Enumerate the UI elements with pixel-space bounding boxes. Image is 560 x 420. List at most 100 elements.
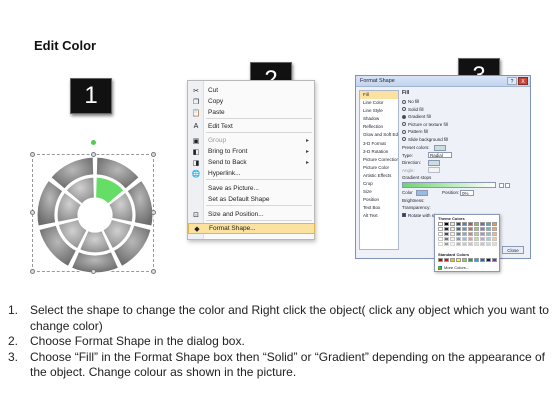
color-swatch[interactable] bbox=[450, 232, 455, 236]
color-swatch[interactable] bbox=[468, 232, 473, 236]
color-swatch[interactable] bbox=[492, 237, 497, 241]
color-swatch[interactable] bbox=[444, 232, 449, 236]
color-swatch[interactable] bbox=[444, 242, 449, 246]
nav-item-fill[interactable]: Fill bbox=[360, 91, 398, 100]
menu-item-save-as-picture[interactable]: Save as Picture... bbox=[188, 183, 315, 194]
gradient-stops-bar[interactable] bbox=[402, 182, 496, 189]
fill-option[interactable]: Slide background fill bbox=[402, 136, 530, 144]
color-swatch[interactable] bbox=[492, 227, 497, 231]
color-swatch[interactable] bbox=[444, 222, 449, 226]
menu-item-group[interactable]: ▣ Group ▸ bbox=[188, 135, 315, 146]
menu-item-send-to-back[interactable]: ◨ Send to Back ▸ bbox=[188, 157, 315, 168]
color-swatch[interactable] bbox=[474, 227, 479, 231]
rotate-checkbox[interactable] bbox=[402, 213, 406, 218]
color-swatch[interactable] bbox=[486, 227, 491, 231]
color-swatch[interactable] bbox=[462, 258, 467, 262]
color-swatch[interactable] bbox=[438, 258, 443, 262]
color-swatch[interactable] bbox=[462, 232, 467, 236]
resize-handle-r[interactable] bbox=[151, 210, 156, 215]
color-swatch[interactable] bbox=[480, 227, 485, 231]
resize-handle-t[interactable] bbox=[91, 152, 96, 157]
menu-item-cut[interactable]: ✂ Cut bbox=[188, 85, 315, 96]
color-picker-button[interactable] bbox=[416, 189, 428, 196]
menu-item-hyperlink[interactable]: 🌐 Hyperlink... bbox=[188, 168, 315, 179]
color-swatch[interactable] bbox=[492, 258, 497, 262]
color-swatch[interactable] bbox=[450, 258, 455, 262]
color-swatch[interactable] bbox=[492, 222, 497, 226]
menu-item-paste[interactable]: 📋 Paste bbox=[188, 107, 315, 118]
color-swatch[interactable] bbox=[462, 242, 467, 246]
color-swatch[interactable] bbox=[456, 258, 461, 262]
color-swatch[interactable] bbox=[462, 222, 467, 226]
nav-item-line-style[interactable]: Line Style bbox=[360, 107, 398, 115]
menu-item-size-and-position[interactable]: ⊡ Size and Position... bbox=[188, 209, 315, 220]
color-swatch[interactable] bbox=[444, 258, 449, 262]
nav-item-line-color[interactable]: Line Color bbox=[360, 99, 398, 107]
color-swatch[interactable] bbox=[450, 222, 455, 226]
color-swatch[interactable] bbox=[480, 258, 485, 262]
resize-handle-b[interactable] bbox=[91, 269, 96, 274]
color-swatch[interactable] bbox=[474, 237, 479, 241]
remove-stop-button[interactable] bbox=[505, 182, 510, 188]
color-swatch[interactable] bbox=[456, 232, 461, 236]
color-swatch[interactable] bbox=[468, 242, 473, 246]
fill-option[interactable]: Picture or texture fill bbox=[402, 121, 530, 129]
resize-handle-bl[interactable] bbox=[30, 269, 35, 274]
color-swatch[interactable] bbox=[444, 227, 449, 231]
color-swatch[interactable] bbox=[474, 258, 479, 262]
nav-item-reflection[interactable]: Reflection bbox=[360, 123, 398, 131]
color-swatch[interactable] bbox=[450, 237, 455, 241]
menu-item-format-shape[interactable]: ◆ Format Shape... bbox=[188, 223, 315, 234]
add-stop-button[interactable] bbox=[499, 182, 504, 188]
menu-item-bring-to-front[interactable]: ◧ Bring to Front ▸ bbox=[188, 146, 315, 157]
more-colors-button[interactable]: More Colors... bbox=[438, 265, 469, 270]
color-swatch[interactable] bbox=[456, 237, 461, 241]
color-swatch[interactable] bbox=[444, 237, 449, 241]
color-swatch[interactable] bbox=[474, 242, 479, 246]
color-swatch[interactable] bbox=[492, 232, 497, 236]
color-swatch[interactable] bbox=[486, 237, 491, 241]
color-swatch[interactable] bbox=[468, 222, 473, 226]
close-icon[interactable]: X bbox=[518, 77, 528, 85]
nav-item-text-box[interactable]: Text Box bbox=[360, 204, 398, 212]
preset-colors-button[interactable] bbox=[433, 144, 446, 151]
menu-item-set-as-default-shape[interactable]: Set as Default Shape bbox=[188, 194, 315, 205]
color-swatch[interactable] bbox=[462, 237, 467, 241]
angle-field[interactable] bbox=[428, 167, 440, 174]
direction-button[interactable] bbox=[428, 159, 440, 166]
nav-item-size[interactable]: Size bbox=[360, 188, 398, 196]
color-swatch[interactable] bbox=[438, 232, 443, 236]
position-field[interactable]: 0% bbox=[460, 189, 474, 196]
color-swatch[interactable] bbox=[480, 232, 485, 236]
color-swatch[interactable] bbox=[468, 258, 473, 262]
color-swatch[interactable] bbox=[474, 232, 479, 236]
nav-item-artistic-effects[interactable]: Artistic Effects bbox=[360, 172, 398, 180]
fill-option[interactable]: Pattern fill bbox=[402, 128, 530, 136]
color-swatch[interactable] bbox=[486, 242, 491, 246]
fill-option[interactable]: Solid fill bbox=[402, 106, 530, 114]
color-swatch[interactable] bbox=[468, 227, 473, 231]
color-swatch[interactable] bbox=[456, 222, 461, 226]
color-swatch[interactable] bbox=[438, 222, 443, 226]
menu-item-copy[interactable]: ❐ Copy bbox=[188, 96, 315, 107]
color-swatch[interactable] bbox=[468, 237, 473, 241]
menu-item-edit-text[interactable]: A Edit Text bbox=[188, 121, 315, 132]
nav-item-3-d-format[interactable]: 3-D Format bbox=[360, 140, 398, 148]
color-swatch[interactable] bbox=[486, 222, 491, 226]
color-swatch[interactable] bbox=[480, 222, 485, 226]
nav-item-picture-color[interactable]: Picture Color bbox=[360, 164, 398, 172]
color-swatch[interactable] bbox=[438, 242, 443, 246]
nav-item-shadow[interactable]: Shadow bbox=[360, 115, 398, 123]
color-swatch[interactable] bbox=[438, 227, 443, 231]
color-swatch[interactable] bbox=[480, 242, 485, 246]
type-select[interactable]: Radial bbox=[428, 152, 452, 159]
close-button[interactable]: Close bbox=[502, 246, 524, 254]
color-swatch[interactable] bbox=[456, 242, 461, 246]
color-swatch[interactable] bbox=[438, 237, 443, 241]
color-swatch[interactable] bbox=[492, 242, 497, 246]
color-swatch[interactable] bbox=[486, 258, 491, 262]
nav-item-alt-text[interactable]: Alt Text bbox=[360, 212, 398, 220]
color-swatch[interactable] bbox=[462, 227, 467, 231]
resize-handle-tr[interactable] bbox=[151, 152, 156, 157]
resize-handle-tl[interactable] bbox=[30, 152, 35, 157]
